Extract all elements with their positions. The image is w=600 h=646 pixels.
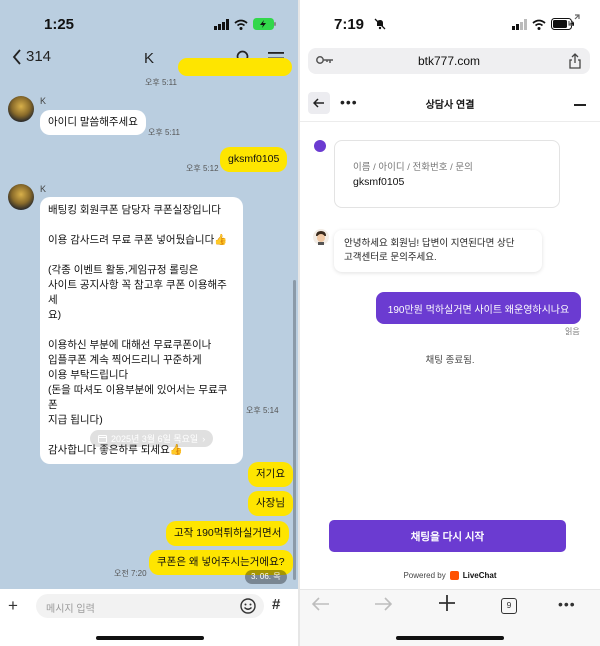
prechat-form-card: 이름 / 아이디 / 전화번호 / 문의 gksmf0105 <box>334 140 560 208</box>
plus-icon <box>439 595 455 611</box>
calendar-icon <box>98 435 107 443</box>
kakaotalk-panel: 1:25 314 K 오후 5:11 K 아이디 말씀해주세요 오후 5:11 … <box>0 0 298 646</box>
agent-message: 안녕하세요 회원님! 답변이 지연된다면 상단 고객센터로 문의주세요. <box>334 230 542 272</box>
chat-title: 상담사 연결 <box>425 100 475 111</box>
chat-ended-notice: 채팅 종료됨. <box>425 355 475 366</box>
message-time: 오전 7:20 <box>114 569 147 578</box>
bell-muted-icon <box>374 18 386 30</box>
sender-name: K <box>40 184 47 194</box>
powered-by[interactable]: Powered by LiveChat <box>300 571 600 580</box>
message-bubble-sent: gksmf0105 <box>220 147 288 172</box>
message-bubble-sent-partial <box>178 58 292 76</box>
arrow-left-icon <box>311 597 329 611</box>
hashtag-button[interactable]: # <box>272 596 280 613</box>
minimize-button[interactable] <box>574 104 586 106</box>
status-time: 1:25 <box>44 16 75 33</box>
agent-face-icon <box>316 231 326 245</box>
plus-icon: + <box>8 596 18 615</box>
emoji-button[interactable] <box>240 598 256 619</box>
message-input-bar: + 메시지 입력 # <box>0 589 298 623</box>
livechat-panel: 7:19 btk777.com ••• 상담사 연결 이름 / 아이디 / 전화… <box>300 0 600 646</box>
expand-icon[interactable] <box>568 14 580 26</box>
user-message: 190만원 먹하실거면 사이트 왜운영하시나요 <box>376 292 581 324</box>
more-menu-button[interactable]: ••• <box>558 596 576 612</box>
sender-name: K <box>40 96 47 106</box>
battery-charging-icon <box>253 18 276 30</box>
date-chip[interactable]: 2025년 3월 6일 목요일 › <box>90 430 214 447</box>
url-text: btk777.com <box>417 54 481 68</box>
message-bubble-received: 배팅킹 회원쿠폰 담당자 쿠폰실장입니다 이용 감사드려 무료 쿠폰 넣어뒀습니… <box>40 197 243 464</box>
date-chip-label: 2025년 3월 6일 목요일 <box>111 434 199 444</box>
scroll-date-indicator: 3. 06. 목 <box>245 570 287 584</box>
home-indicator <box>396 636 504 640</box>
message-time: 오후 5:14 <box>246 406 279 415</box>
chat-header: ••• 상담사 연결 <box>300 86 600 122</box>
attach-button[interactable]: + <box>8 596 18 616</box>
message-bubble-received: 아이디 말씀해주세요 <box>40 110 146 135</box>
share-icon[interactable] <box>568 53 582 69</box>
address-bar[interactable]: btk777.com <box>308 48 590 74</box>
signal-icon <box>214 18 229 30</box>
message-time: 오후 5:11 <box>145 78 177 87</box>
status-icons <box>512 18 575 30</box>
hashtag-icon: # <box>272 596 281 613</box>
avatar[interactable] <box>8 184 34 210</box>
home-indicator <box>96 636 204 640</box>
tabs-button[interactable]: 9 <box>501 598 517 614</box>
bottom-safe-area <box>300 623 600 646</box>
message-time: 오후 5:11 <box>148 128 180 137</box>
bottom-safe-area <box>0 623 298 646</box>
status-icons <box>214 18 277 30</box>
read-receipt: 읽음 <box>565 327 580 336</box>
agent-avatar <box>313 229 329 245</box>
powered-by-label: Powered by <box>403 571 446 580</box>
emoji-icon <box>240 598 256 614</box>
forward-nav-button[interactable] <box>374 597 393 616</box>
livechat-logo-icon <box>449 571 459 580</box>
signal-icon <box>512 18 527 30</box>
system-avatar <box>314 140 326 152</box>
message-bubble-sent: 고작 190먹튀하실거면서 <box>166 521 290 546</box>
back-nav-button[interactable] <box>311 597 330 616</box>
chevron-right-icon: › <box>202 433 206 444</box>
message-time: 오후 5:12 <box>186 164 219 173</box>
avatar[interactable] <box>8 96 34 122</box>
message-input[interactable]: 메시지 입력 <box>36 594 264 618</box>
scrollbar[interactable] <box>293 280 296 580</box>
message-bubble-sent: 저기요 <box>248 462 293 487</box>
status-time: 7:19 <box>334 16 365 33</box>
wifi-icon <box>234 19 248 30</box>
wifi-icon <box>532 19 546 30</box>
browser-toolbar: 9 ••• <box>300 589 600 623</box>
form-label: 이름 / 아이디 / 전화번호 / 문의 <box>353 162 473 173</box>
new-tab-button[interactable] <box>438 594 456 618</box>
livechat-brand: LiveChat <box>462 571 497 580</box>
message-bubble-sent: 사장님 <box>248 491 293 516</box>
restart-chat-button[interactable]: 채팅을 다시 시작 <box>329 520 566 552</box>
arrow-right-icon <box>375 597 393 611</box>
form-value: gksmf0105 <box>353 176 405 188</box>
